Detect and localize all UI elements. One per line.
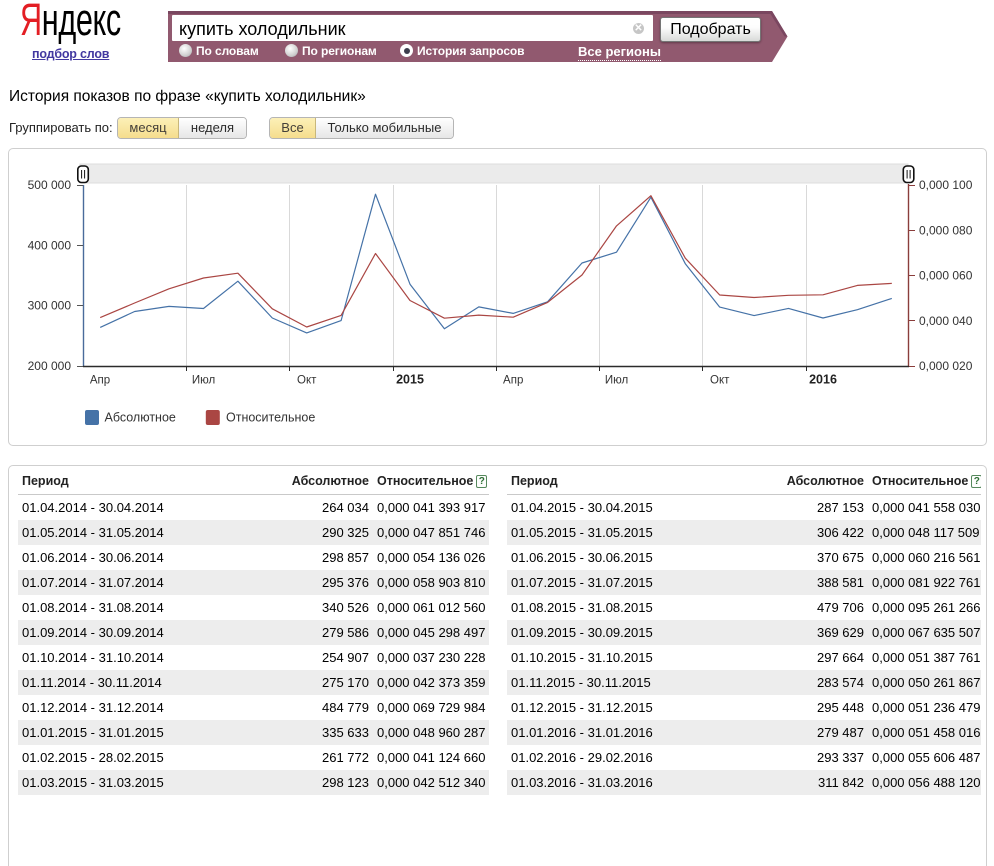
- svg-text:Окт: Окт: [297, 375, 317, 387]
- svg-text:300 000: 300 000: [28, 299, 72, 313]
- svg-text:2015: 2015: [396, 373, 424, 387]
- svg-text:500 000: 500 000: [28, 178, 72, 192]
- svg-text:Апр: Апр: [90, 375, 110, 387]
- svg-text:0,000 080: 0,000 080: [919, 223, 973, 237]
- svg-text:Апр: Апр: [503, 375, 523, 387]
- svg-text:Абсолютное: Абсолютное: [105, 411, 176, 425]
- svg-text:200 000: 200 000: [28, 359, 72, 373]
- svg-text:0,000 040: 0,000 040: [919, 314, 973, 328]
- svg-text:Июл: Июл: [192, 375, 215, 387]
- svg-text:Июл: Июл: [605, 375, 628, 387]
- svg-text:0,000 100: 0,000 100: [919, 178, 973, 192]
- svg-text:Окт: Окт: [710, 375, 730, 387]
- svg-text:0,000 060: 0,000 060: [919, 269, 973, 283]
- svg-text:Относительное: Относительное: [226, 411, 315, 425]
- svg-text:0,000 020: 0,000 020: [919, 359, 973, 373]
- svg-text:2016: 2016: [809, 373, 837, 387]
- svg-text:400 000: 400 000: [28, 238, 72, 252]
